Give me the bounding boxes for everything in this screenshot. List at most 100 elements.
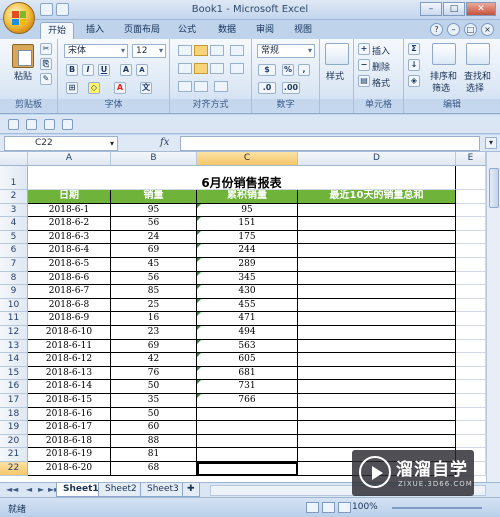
- font-size-select[interactable]: 12: [132, 44, 166, 58]
- table-cell[interactable]: 2018-6-3: [28, 230, 111, 245]
- styles-label[interactable]: 样式: [326, 69, 344, 82]
- underline-button[interactable]: U: [98, 64, 110, 76]
- table-cell[interactable]: 471: [197, 312, 298, 326]
- align-left-icon[interactable]: [178, 63, 192, 74]
- table-cell[interactable]: 2018-6-7: [28, 285, 111, 299]
- cell-e1[interactable]: [456, 166, 486, 190]
- sheet-title-cell[interactable]: 6月份销售报表: [28, 166, 456, 190]
- table-cell[interactable]: 88: [111, 434, 197, 449]
- increase-indent-icon[interactable]: [194, 81, 208, 92]
- table-cell[interactable]: 45: [111, 258, 197, 272]
- table-cell[interactable]: 2018-6-4: [28, 244, 111, 258]
- qat-save-icon[interactable]: [8, 119, 19, 130]
- row-header-17[interactable]: 17: [0, 394, 28, 408]
- row-header-15[interactable]: 15: [0, 366, 28, 381]
- row-header-3[interactable]: 3: [0, 203, 28, 218]
- table-cell[interactable]: 2018-6-18: [28, 434, 111, 449]
- close-button[interactable]: ✕: [466, 2, 496, 16]
- column-header-b[interactable]: B: [111, 152, 197, 166]
- format-painter-icon[interactable]: ✎: [40, 73, 52, 85]
- table-cell[interactable]: [456, 271, 486, 286]
- table-cell[interactable]: 24: [111, 230, 197, 245]
- italic-button[interactable]: I: [82, 64, 94, 76]
- table-cell[interactable]: [298, 258, 456, 272]
- format-cells-icon[interactable]: ▤: [358, 75, 370, 87]
- table-cell[interactable]: [298, 285, 456, 299]
- table-cell[interactable]: [456, 353, 486, 367]
- table-cell[interactable]: 76: [111, 366, 197, 381]
- column-header-e[interactable]: E: [456, 152, 486, 166]
- table-cell[interactable]: [298, 271, 456, 286]
- format-cells-label[interactable]: 格式: [372, 76, 390, 89]
- formula-input[interactable]: [180, 136, 480, 151]
- row-header-5[interactable]: 5: [0, 230, 28, 245]
- wrap-text-icon[interactable]: [230, 63, 244, 74]
- filter-label[interactable]: 筛选: [432, 81, 450, 94]
- table-cell[interactable]: 151: [197, 217, 298, 231]
- table-cell[interactable]: [456, 285, 486, 299]
- sort-filter-icon[interactable]: [432, 43, 456, 65]
- table-cell[interactable]: 2018-6-8: [28, 298, 111, 313]
- tab-formulas[interactable]: 公式: [172, 22, 202, 39]
- grow-font-button[interactable]: A: [120, 64, 132, 76]
- table-cell[interactable]: 95: [111, 203, 197, 218]
- table-cell[interactable]: 2018-6-17: [28, 421, 111, 435]
- zoom-slider[interactable]: [392, 507, 482, 509]
- row-header-4[interactable]: 4: [0, 217, 28, 231]
- table-cell[interactable]: 50: [111, 407, 197, 422]
- row-header-19[interactable]: 19: [0, 421, 28, 435]
- autosum-button[interactable]: Σ: [408, 43, 420, 55]
- table-cell[interactable]: 25: [111, 298, 197, 313]
- prev-sheet-icon[interactable]: ◄: [26, 485, 32, 494]
- ribbon-close-icon[interactable]: ×: [481, 23, 494, 36]
- tab-review[interactable]: 审阅: [250, 22, 280, 39]
- insert-cells-label[interactable]: 插入: [372, 44, 390, 57]
- table-cell[interactable]: [298, 298, 456, 313]
- font-color-icon[interactable]: A: [114, 82, 126, 94]
- delete-cells-label[interactable]: 删除: [372, 60, 390, 73]
- normal-view-icon[interactable]: [306, 502, 319, 513]
- page-break-view-icon[interactable]: [338, 502, 351, 513]
- table-cell[interactable]: 69: [111, 339, 197, 354]
- align-middle-icon[interactable]: [194, 45, 208, 56]
- row-header-21[interactable]: 21: [0, 448, 28, 462]
- borders-icon[interactable]: ⊞: [66, 82, 78, 94]
- column-header-d[interactable]: D: [298, 152, 456, 166]
- orientation-icon[interactable]: [230, 45, 244, 56]
- table-cell[interactable]: 681: [197, 366, 298, 381]
- table-cell[interactable]: 2018-6-5: [28, 258, 111, 272]
- table-cell[interactable]: [197, 421, 298, 435]
- tab-insert[interactable]: 插入: [80, 22, 110, 39]
- column-header-c[interactable]: C: [197, 152, 298, 166]
- shrink-font-button[interactable]: A: [136, 64, 148, 76]
- row-header-2[interactable]: 2: [0, 190, 28, 204]
- table-cell[interactable]: [298, 339, 456, 354]
- table-cell[interactable]: [456, 380, 486, 394]
- phonetic-button[interactable]: 文: [140, 82, 152, 94]
- column-label-4[interactable]: 最近10天的销量总和: [298, 190, 456, 204]
- table-cell[interactable]: 2018-6-9: [28, 312, 111, 326]
- row-header-10[interactable]: 10: [0, 298, 28, 313]
- currency-icon[interactable]: $: [258, 64, 276, 76]
- table-cell[interactable]: 2018-6-20: [28, 462, 111, 476]
- align-center-icon[interactable]: [194, 63, 208, 74]
- ribbon-restore-icon[interactable]: □: [464, 23, 477, 36]
- table-cell[interactable]: [456, 326, 486, 340]
- align-right-icon[interactable]: [210, 63, 224, 74]
- increase-decimal-icon[interactable]: .0: [258, 82, 276, 94]
- table-cell[interactable]: 2018-6-13: [28, 366, 111, 381]
- find-select-icon[interactable]: [466, 43, 490, 65]
- row-header-13[interactable]: 13: [0, 339, 28, 354]
- table-cell[interactable]: 2018-6-6: [28, 271, 111, 286]
- row-header-9[interactable]: 9: [0, 285, 28, 299]
- row-header-12[interactable]: 12: [0, 326, 28, 340]
- table-cell[interactable]: 766: [197, 394, 298, 408]
- bold-button[interactable]: B: [66, 64, 78, 76]
- qat-customize-icon[interactable]: [62, 119, 73, 130]
- table-cell[interactable]: 605: [197, 353, 298, 367]
- row-header-11[interactable]: 11: [0, 312, 28, 326]
- table-cell[interactable]: [298, 394, 456, 408]
- vertical-scrollbar[interactable]: [486, 152, 500, 482]
- column-label-1[interactable]: 日期: [28, 190, 111, 204]
- table-cell[interactable]: 455: [197, 298, 298, 313]
